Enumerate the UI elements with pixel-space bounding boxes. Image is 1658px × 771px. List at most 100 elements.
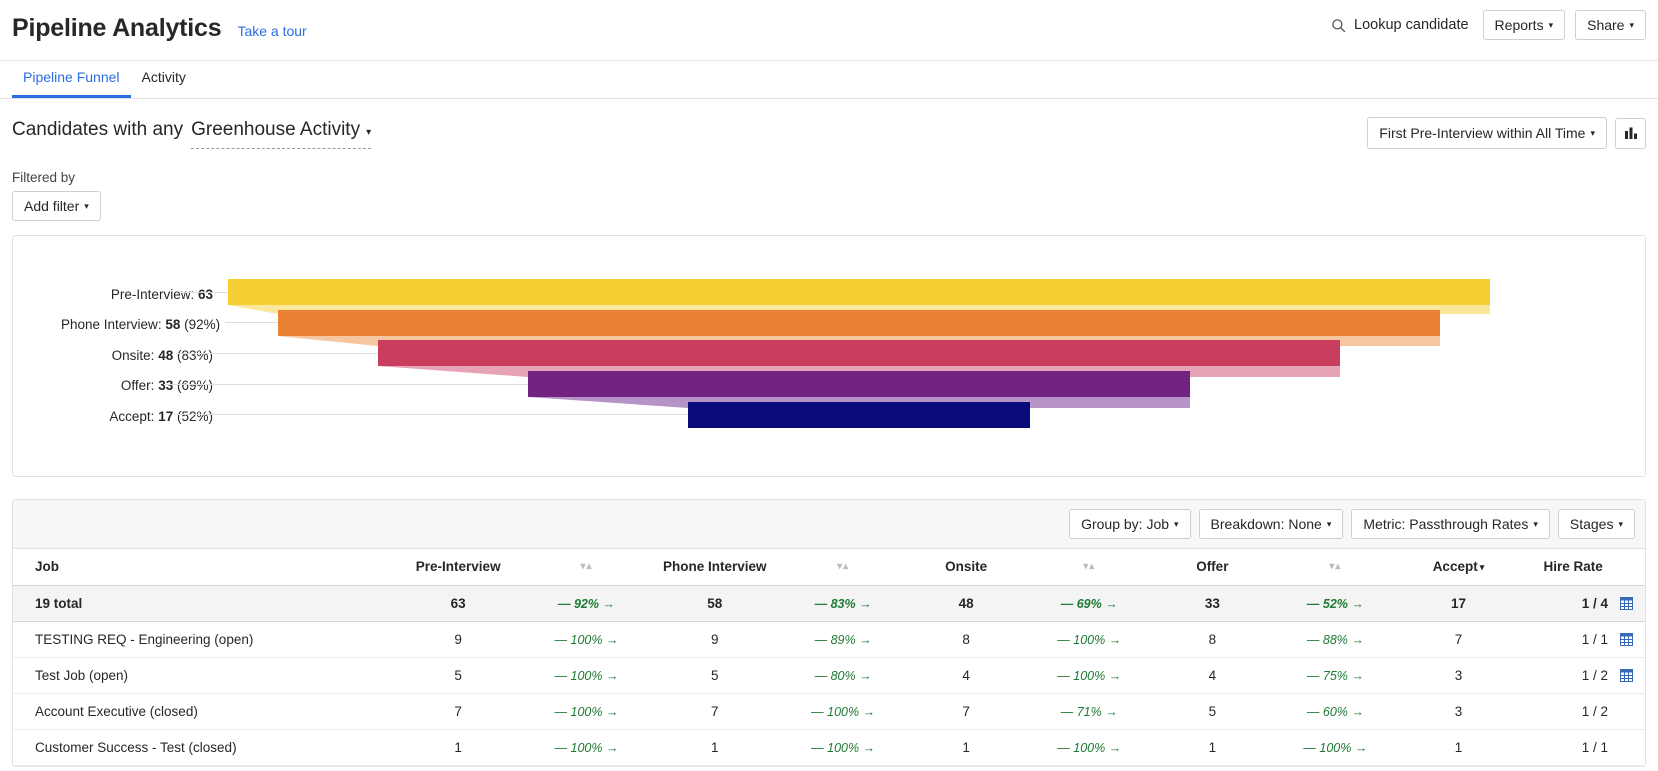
cell-pct-2: — 100% → [782, 729, 904, 766]
table-row[interactable]: Account Executive (closed) 7 — 100% → 7 … [13, 693, 1645, 730]
lookup-candidate-button[interactable]: Lookup candidate [1331, 17, 1473, 33]
col-sort-offer-to-accept[interactable]: ▾▴ [1275, 549, 1396, 586]
pct-value: 100% [570, 740, 603, 755]
tab-activity[interactable]: Activity [131, 61, 197, 98]
cell-job: TESTING REQ - Engineering (open) [13, 621, 391, 658]
stages-button[interactable]: Stages ▾ [1557, 509, 1635, 539]
cell-offer: 1 [1149, 729, 1276, 766]
table-head: Job Pre-Interview ▾▴ Phone Interview ▾▴ … [13, 549, 1645, 586]
table-row[interactable]: Customer Success - Test (closed) 1 — 100… [13, 729, 1645, 766]
pct-value: 100% [570, 632, 603, 647]
pct-value: 100% [827, 740, 860, 755]
cell-pct-4: — 60% → [1275, 693, 1396, 730]
stages-label: Stages [1569, 516, 1614, 532]
cell-offer: 4 [1149, 657, 1276, 694]
table-grid-icon[interactable] [1620, 669, 1633, 682]
time-range-label: First Pre-Interview within All Time [1379, 125, 1586, 141]
chevron-down-icon: ▾ [1174, 519, 1179, 529]
hire-rate-value: 1 / 1 [1581, 740, 1608, 755]
lookup-candidate-label: Lookup candidate [1354, 17, 1469, 33]
pct-value: 100% [1073, 668, 1106, 683]
pct-value: 52% [1322, 596, 1348, 611]
filtered-by-label: Filtered by [12, 170, 76, 185]
breakdown-button[interactable]: Breakdown: None ▾ [1198, 509, 1344, 539]
col-header-accept[interactable]: Accept ▾ [1395, 549, 1522, 586]
cell-offer: 5 [1149, 693, 1276, 730]
pct-value: 75% [1322, 668, 1348, 683]
table-row[interactable]: 19 total 63 — 92% → 58 — 83% → 48 — 69% … [13, 585, 1645, 622]
cell-pct-1: — 100% → [526, 693, 647, 730]
query-section: Candidates with any Greenhouse Activity … [0, 99, 1658, 221]
col-header-pre-interview[interactable]: Pre-Interview [390, 549, 527, 586]
pct-value: 100% [570, 704, 603, 719]
group-by-label: Group by: Job [1081, 516, 1170, 532]
col-header-phone-interview[interactable]: Phone Interview [646, 549, 783, 586]
pct-value: 100% [827, 704, 860, 719]
cell-job: Test Job (open) [13, 657, 391, 694]
tab-pipeline-funnel[interactable]: Pipeline Funnel [12, 61, 131, 98]
cell-pct-2: — 83% → [782, 585, 904, 622]
col-sort-pre-to-phone[interactable]: ▾▴ [526, 549, 647, 586]
chevron-down-icon: ▾ [366, 127, 372, 138]
pct-value: 92% [573, 596, 599, 611]
funnel-bar-offer [528, 371, 1190, 397]
table-row[interactable]: TESTING REQ - Engineering (open) 9 — 100… [13, 621, 1645, 658]
cell-job: Customer Success - Test (closed) [13, 729, 391, 766]
cell-hire-rate: 1 / 2 [1521, 693, 1645, 730]
pct-value: 83% [830, 596, 856, 611]
cell-pct-1: — 100% → [526, 621, 647, 658]
cell-pre: 9 [390, 621, 527, 658]
chart-view-toggle-button[interactable] [1615, 117, 1646, 149]
cell-pre: 5 [390, 657, 527, 694]
table-grid-icon[interactable] [1620, 633, 1633, 646]
cell-phone: 7 [646, 693, 783, 730]
add-filter-label: Add filter [24, 198, 80, 214]
col-sort-onsite-to-offer[interactable]: ▾▴ [1029, 549, 1150, 586]
cell-pre: 63 [390, 585, 527, 622]
cell-phone: 58 [646, 585, 783, 622]
share-button[interactable]: Share ▾ [1575, 10, 1646, 40]
group-by-button[interactable]: Group by: Job ▾ [1069, 509, 1191, 539]
table-row[interactable]: Test Job (open) 5 — 100% → 5 — 80% → 4 —… [13, 657, 1645, 694]
cell-pct-4: — 100% → [1275, 729, 1396, 766]
cell-onsite: 48 [903, 585, 1030, 622]
pct-value: 89% [830, 632, 856, 647]
chevron-down-icon: ▾ [1548, 20, 1554, 30]
activity-type-selector[interactable]: Greenhouse Activity ▾ [191, 119, 372, 149]
pct-value: 71% [1076, 704, 1102, 719]
add-filter-button[interactable]: Add filter ▾ [12, 191, 101, 221]
pct-value: 60% [1322, 704, 1348, 719]
chevron-down-icon: ▾ [1629, 20, 1634, 30]
cell-pct-1: — 92% → [526, 585, 647, 622]
chevron-down-icon: ▾ [1326, 519, 1332, 529]
table-controls: Group by: Job ▾ Breakdown: None ▾ Metric: … [13, 500, 1645, 549]
time-range-selector[interactable]: First Pre-Interview within All Time ▾ [1367, 117, 1607, 149]
cell-pct-4: — 88% → [1275, 621, 1396, 658]
table-grid-icon[interactable] [1620, 597, 1633, 610]
page-title: Pipeline Analytics [12, 14, 222, 42]
table-header-row: Job Pre-Interview ▾▴ Phone Interview ▾▴ … [13, 549, 1645, 586]
col-header-offer[interactable]: Offer [1149, 549, 1276, 586]
cell-pct-3: — 100% → [1029, 729, 1150, 766]
pct-value: 100% [1319, 740, 1352, 755]
hire-rate-value: 1 / 1 [1581, 632, 1608, 647]
cell-onsite: 4 [903, 657, 1030, 694]
cell-pct-1: — 100% → [526, 729, 647, 766]
cell-hire-rate: 1 / 2 [1521, 657, 1645, 694]
share-label: Share [1587, 17, 1625, 33]
metric-label: Metric: Passthrough Rates [1363, 516, 1529, 532]
funnel-bar-accept [688, 402, 1030, 428]
cell-onsite: 7 [903, 693, 1030, 730]
col-header-hire-rate[interactable]: Hire Rate [1521, 549, 1645, 586]
metric-button[interactable]: Metric: Passthrough Rates ▾ [1351, 509, 1550, 539]
reports-button[interactable]: Reports ▾ [1482, 10, 1566, 40]
col-header-onsite[interactable]: Onsite [903, 549, 1030, 586]
col-header-accept-label: Accept [1432, 559, 1478, 574]
col-sort-phone-to-onsite[interactable]: ▾▴ [782, 549, 904, 586]
breakdown-label: Breakdown: None [1210, 516, 1322, 532]
take-a-tour-link[interactable]: Take a tour [237, 23, 306, 39]
col-header-job[interactable]: Job [13, 549, 391, 586]
tab-bar: Pipeline Funnel Activity [0, 61, 1658, 99]
cell-accept: 3 [1395, 693, 1522, 730]
cell-pct-3: — 71% → [1029, 693, 1150, 730]
